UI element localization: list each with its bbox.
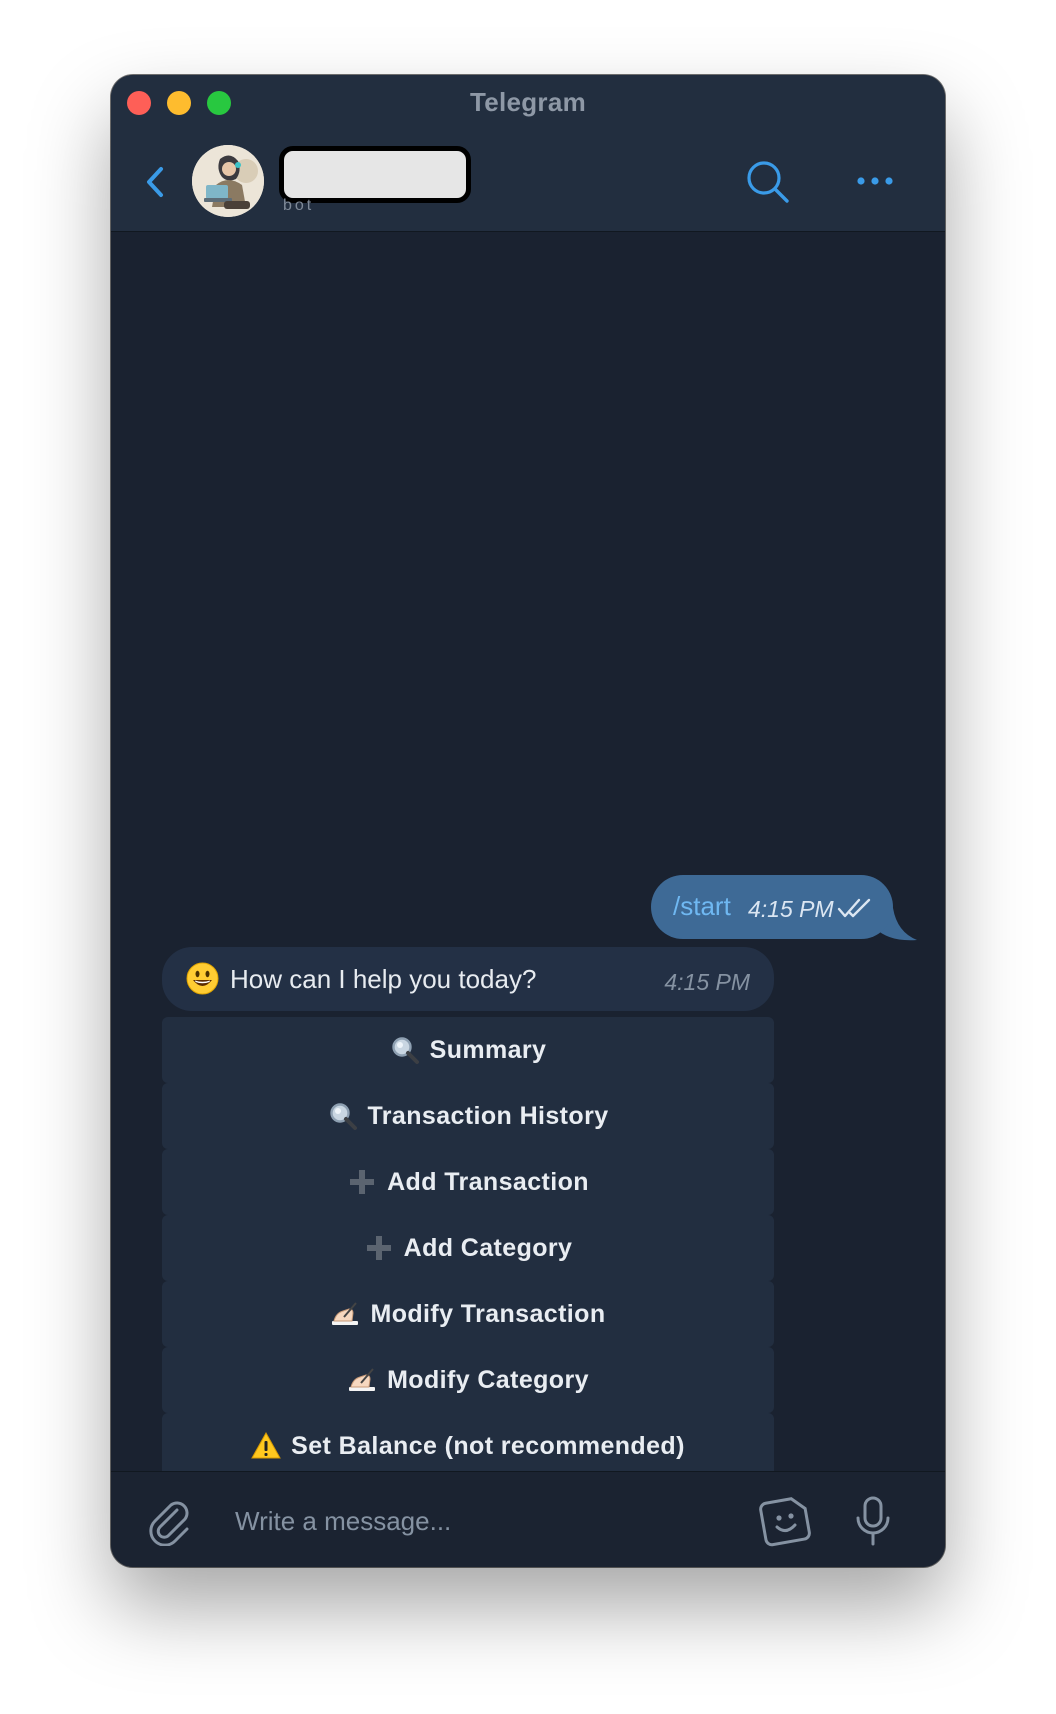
incoming-message-text: How can I help you today? — [230, 964, 537, 994]
plus-icon — [347, 1167, 377, 1197]
incoming-message[interactable]: How can I help you today? 4:15 PM — [162, 947, 774, 1011]
search-icon — [747, 161, 789, 203]
keyboard-button-set-balance[interactable]: Set Balance (not recommended) — [162, 1413, 774, 1479]
chat-subtitle: bot — [283, 197, 315, 214]
more-options-button[interactable] — [853, 169, 897, 193]
chat-name-redacted — [279, 146, 471, 203]
sticker-icon — [759, 1497, 811, 1547]
chevron-left-icon — [147, 167, 163, 197]
microphone-icon — [856, 1496, 890, 1546]
magnifier-icon — [328, 1101, 358, 1131]
telegram-window: Telegram bot /start 4:15 PM How can I he… — [111, 75, 945, 1567]
writing-hand-icon — [330, 1299, 360, 1329]
keyboard-button-label: Modify Category — [387, 1365, 589, 1394]
keyboard-button-add-category[interactable]: Add Category — [162, 1215, 774, 1281]
keyboard-button-modify-category[interactable]: Modify Category — [162, 1347, 774, 1413]
more-dots-icon — [857, 177, 893, 185]
keyboard-button-label: Set Balance (not recommended) — [291, 1431, 685, 1460]
keyboard-button-label: Add Category — [403, 1233, 573, 1262]
keyboard-button-label: Add Transaction — [387, 1167, 589, 1196]
keyboard-button-label: Summary — [429, 1035, 547, 1064]
paperclip-icon — [149, 1501, 189, 1547]
keyboard-button-label: Transaction History — [367, 1101, 609, 1130]
magnifier-icon — [390, 1035, 420, 1065]
outgoing-message-text[interactable]: /start — [673, 891, 731, 922]
title-bar: Telegram — [111, 75, 945, 132]
incoming-message-time: 4:15 PM — [664, 969, 750, 995]
chat-avatar[interactable] — [192, 145, 264, 217]
search-button[interactable] — [745, 159, 791, 205]
message-input[interactable] — [233, 1498, 717, 1544]
attach-button[interactable] — [147, 1496, 193, 1547]
keyboard-button-transaction-history[interactable]: Transaction History — [162, 1083, 774, 1149]
avatar-illustration — [192, 145, 264, 217]
read-checks-icon — [837, 898, 871, 918]
writing-hand-icon — [347, 1365, 377, 1395]
keyboard-button-label: Modify Transaction — [370, 1299, 606, 1328]
app-title: Telegram — [469, 87, 587, 117]
chat-header: bot — [111, 132, 945, 232]
message-list[interactable]: /start 4:15 PM How can I help you today?… — [111, 232, 945, 1479]
back-button[interactable] — [141, 162, 171, 202]
sticker-button[interactable] — [759, 1494, 813, 1548]
outgoing-message-time: 4:15 PM — [748, 896, 834, 922]
microphone-button[interactable] — [853, 1494, 893, 1548]
warning-icon — [251, 1431, 282, 1461]
keyboard-button-modify-transaction[interactable]: Modify Transaction — [162, 1281, 774, 1347]
keyboard-button-summary[interactable]: Summary — [162, 1017, 774, 1083]
keyboard-button-add-transaction[interactable]: Add Transaction — [162, 1149, 774, 1215]
smiley-face-icon — [186, 962, 219, 995]
plus-icon — [364, 1233, 394, 1263]
outgoing-message[interactable]: /start 4:15 PM — [651, 875, 893, 939]
message-composer — [111, 1471, 945, 1567]
